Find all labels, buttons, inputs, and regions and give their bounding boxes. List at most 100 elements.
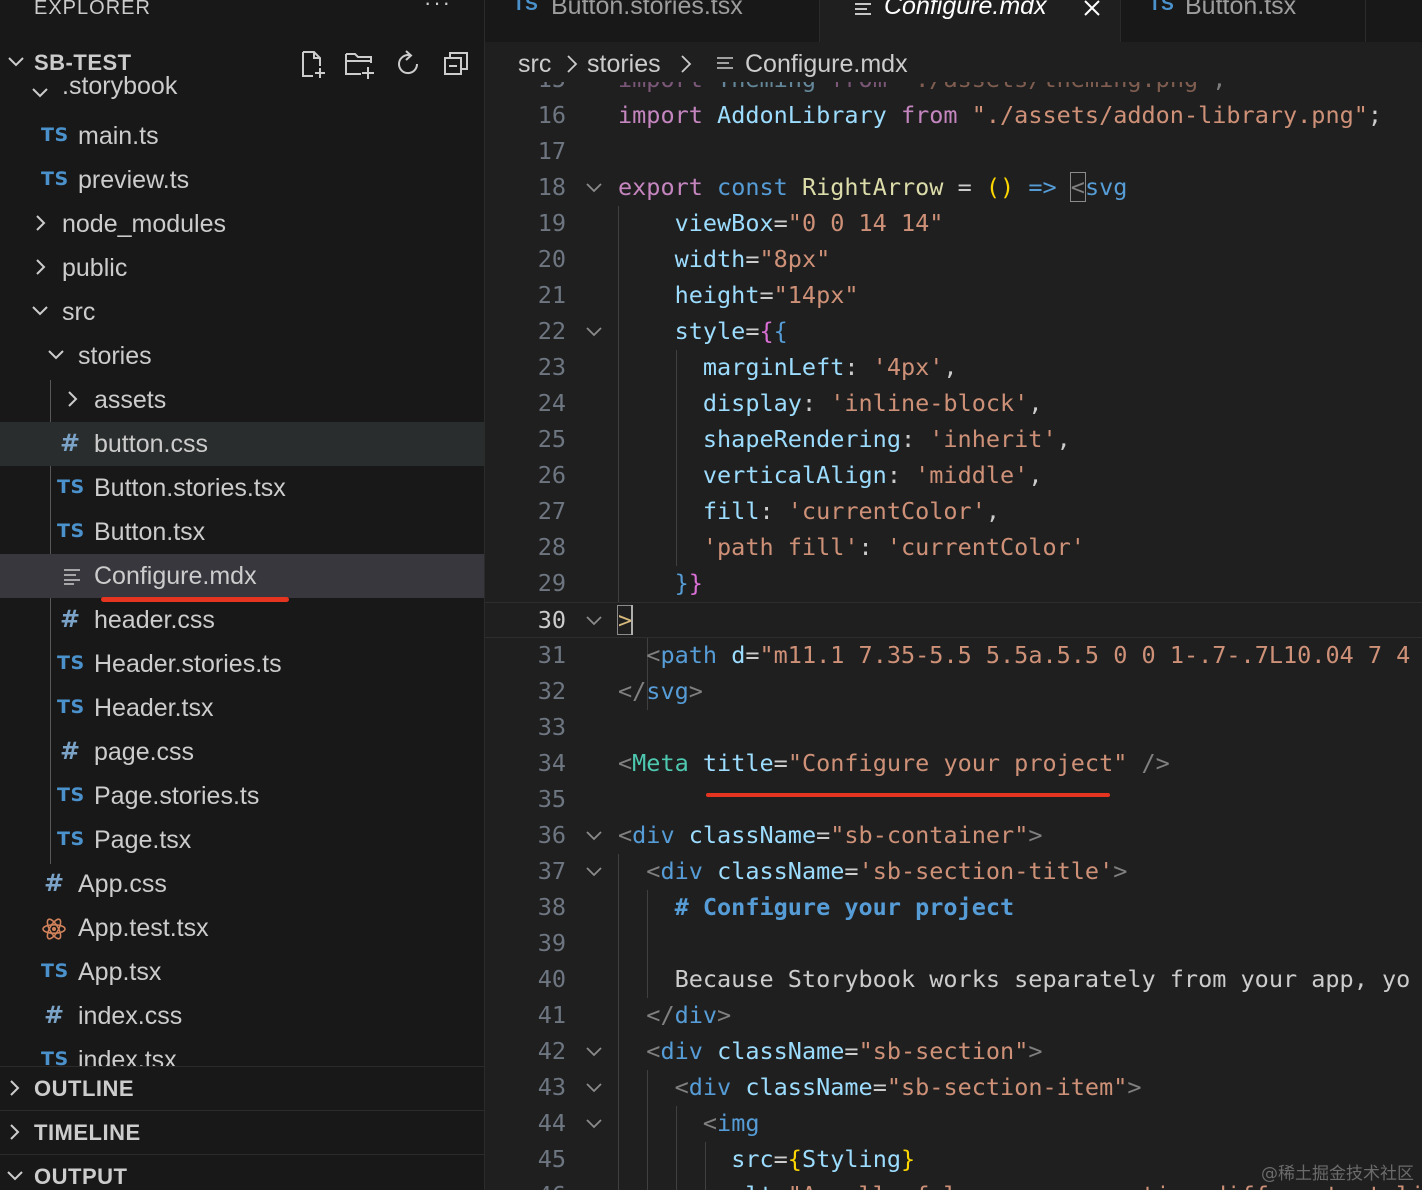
panel-timeline[interactable]: TIMELINE bbox=[0, 1110, 484, 1155]
code-line: 16 import AddonLibrary from "./assets/add… bbox=[485, 98, 1422, 134]
tab-configure-mdx[interactable]: Configure.mdx bbox=[820, 0, 1121, 42]
tree-item-label: App.test.tsx bbox=[78, 914, 209, 942]
tree-item-button-tsx[interactable]: TS Button.tsx bbox=[0, 510, 484, 554]
tree-item-header-stories[interactable]: TS Header.stories.ts bbox=[0, 642, 484, 686]
chevron-right-icon bbox=[36, 259, 46, 275]
css-icon: # bbox=[44, 869, 65, 897]
code-line: 29 }} bbox=[485, 566, 1422, 602]
code-line: 18 export const RightArrow = () => <svg bbox=[485, 170, 1422, 206]
fold-chevron-icon[interactable] bbox=[585, 1044, 603, 1060]
tree-item-stories[interactable]: stories bbox=[0, 334, 484, 378]
line-number: 46 bbox=[485, 1181, 566, 1190]
panel-timeline-label: TIMELINE bbox=[34, 1120, 141, 1145]
markdown-lines-icon bbox=[717, 57, 733, 69]
tree-item-label: Button.tsx bbox=[94, 518, 206, 546]
fold-chevron-icon[interactable] bbox=[585, 828, 603, 844]
tree-item-button-stories[interactable]: TS Button.stories.tsx bbox=[0, 466, 484, 510]
tree-item-label: index.tsx bbox=[78, 1046, 177, 1066]
breadcrumb-file[interactable]: Configure.mdx bbox=[745, 50, 908, 79]
tree-item-header-tsx[interactable]: TS Header.tsx bbox=[0, 686, 484, 730]
text-cursor bbox=[631, 605, 633, 635]
typescript-icon: TS bbox=[57, 828, 85, 850]
breadcrumb-stories[interactable]: stories bbox=[587, 50, 661, 79]
code-line: 27 fill: 'currentColor', bbox=[485, 494, 1422, 530]
chevron-right-icon bbox=[10, 1080, 20, 1096]
code-line: 23 marginLeft: '4px', bbox=[485, 350, 1422, 386]
typescript-icon: TS bbox=[57, 696, 85, 718]
code-line: 41 </div> bbox=[485, 998, 1422, 1034]
line-number: 29 bbox=[537, 569, 566, 597]
typescript-icon: TS bbox=[57, 520, 85, 542]
tab-label: Button.tsx bbox=[1185, 0, 1297, 20]
line-number: 39 bbox=[537, 929, 566, 957]
code-line: 19 viewBox="0 0 14 14" bbox=[485, 206, 1422, 242]
tree-item-header-css[interactable]: # header.css bbox=[0, 598, 484, 642]
tree-item-src[interactable]: src bbox=[0, 290, 484, 334]
line-number: 37 bbox=[537, 857, 566, 885]
css-icon: # bbox=[60, 605, 81, 633]
tree-item-app-css[interactable]: # App.css bbox=[0, 862, 484, 906]
tree-item-page-css[interactable]: # page.css bbox=[0, 730, 484, 774]
tree-item-label: src bbox=[62, 298, 96, 326]
fold-chevron-icon[interactable] bbox=[585, 324, 603, 340]
tree-item-preview-ts[interactable]: TS preview.ts bbox=[0, 158, 484, 202]
tree-item-app-tsx[interactable]: TS App.tsx bbox=[0, 950, 484, 994]
code-line: 26 verticalAlign: 'middle', bbox=[485, 458, 1422, 494]
tree-item-page-stories[interactable]: TS Page.stories.ts bbox=[0, 774, 484, 818]
tree-item-label: index.css bbox=[78, 1002, 183, 1030]
code-line: 32 </svg> bbox=[485, 674, 1422, 710]
tree-item-storybook[interactable]: .storybook bbox=[0, 72, 484, 116]
close-icon[interactable] bbox=[1082, 0, 1102, 18]
code-editor[interactable]: 15import Theming from "./assets/theming.… bbox=[485, 82, 1422, 1190]
code-line-current: 30 > bbox=[485, 602, 1422, 638]
line-number: 26 bbox=[537, 461, 566, 489]
tree-item-index-tsx[interactable]: TS index.tsx bbox=[0, 1038, 484, 1066]
code-line: 44 <img bbox=[485, 1106, 1422, 1142]
typescript-icon: TS bbox=[57, 652, 85, 674]
tab-button-tsx[interactable]: TS Button.tsx bbox=[1121, 0, 1366, 42]
tree-item-label: Page.tsx bbox=[94, 826, 192, 854]
more-actions-icon[interactable]: ··· bbox=[424, 0, 452, 16]
fold-chevron-icon[interactable] bbox=[585, 1080, 603, 1096]
fold-chevron-icon[interactable] bbox=[585, 180, 603, 196]
typescript-icon: TS bbox=[41, 1048, 69, 1066]
tree-item-button-css[interactable]: # button.css bbox=[0, 422, 484, 466]
tree-item-index-css[interactable]: # index.css bbox=[0, 994, 484, 1038]
tree-item-assets[interactable]: assets bbox=[0, 378, 484, 422]
tree-item-label: button.css bbox=[94, 430, 208, 458]
tree-item-label: public bbox=[62, 254, 128, 282]
panel-output-label: OUTPUT bbox=[34, 1164, 128, 1189]
tree-item-configure-mdx[interactable]: Configure.mdx bbox=[0, 554, 484, 598]
tree-item-node-modules[interactable]: node_modules bbox=[0, 202, 484, 246]
chevron-right-icon bbox=[36, 215, 46, 231]
react-icon bbox=[42, 918, 66, 940]
code-line: 34 <Meta title="Configure your project" /… bbox=[485, 746, 1422, 782]
line-number: 27 bbox=[537, 497, 566, 525]
tree-item-public[interactable]: public bbox=[0, 246, 484, 290]
code-line: 28 'path fill': 'currentColor' bbox=[485, 530, 1422, 566]
code-line: 40 Because Storybook works separately fr… bbox=[485, 962, 1422, 998]
fold-chevron-icon[interactable] bbox=[585, 1116, 603, 1132]
breadcrumb-src[interactable]: src bbox=[518, 50, 551, 79]
panel-outline[interactable]: OUTLINE bbox=[0, 1066, 484, 1111]
file-tree: .storybook TS main.ts TS preview.ts node… bbox=[0, 72, 484, 1066]
typescript-icon: TS bbox=[1149, 0, 1175, 15]
chevron-down-icon bbox=[8, 57, 24, 67]
tree-item-main-ts[interactable]: TS main.ts bbox=[0, 114, 484, 158]
tree-item-label: .storybook bbox=[62, 72, 178, 100]
typescript-icon: TS bbox=[57, 476, 85, 498]
line-number: 28 bbox=[537, 533, 566, 561]
tree-item-app-test[interactable]: App.test.tsx bbox=[0, 906, 484, 950]
tab-button-stories[interactable]: TS Button.stories.tsx bbox=[485, 0, 820, 42]
tree-item-page-tsx[interactable]: TS Page.tsx bbox=[0, 818, 484, 862]
fold-chevron-icon[interactable] bbox=[585, 613, 603, 629]
line-number: 45 bbox=[537, 1145, 566, 1173]
fold-chevron-icon[interactable] bbox=[585, 864, 603, 880]
explorer-sidebar: EXPLORER ··· SB-TEST .storybook TS main.… bbox=[0, 0, 485, 1190]
panel-output[interactable]: OUTPUT bbox=[0, 1154, 484, 1190]
tree-item-label: preview.ts bbox=[78, 166, 190, 194]
css-icon: # bbox=[60, 429, 81, 457]
code-line: 17 bbox=[485, 134, 1422, 170]
line-number: 31 bbox=[537, 641, 566, 669]
line-number: 43 bbox=[537, 1073, 566, 1101]
